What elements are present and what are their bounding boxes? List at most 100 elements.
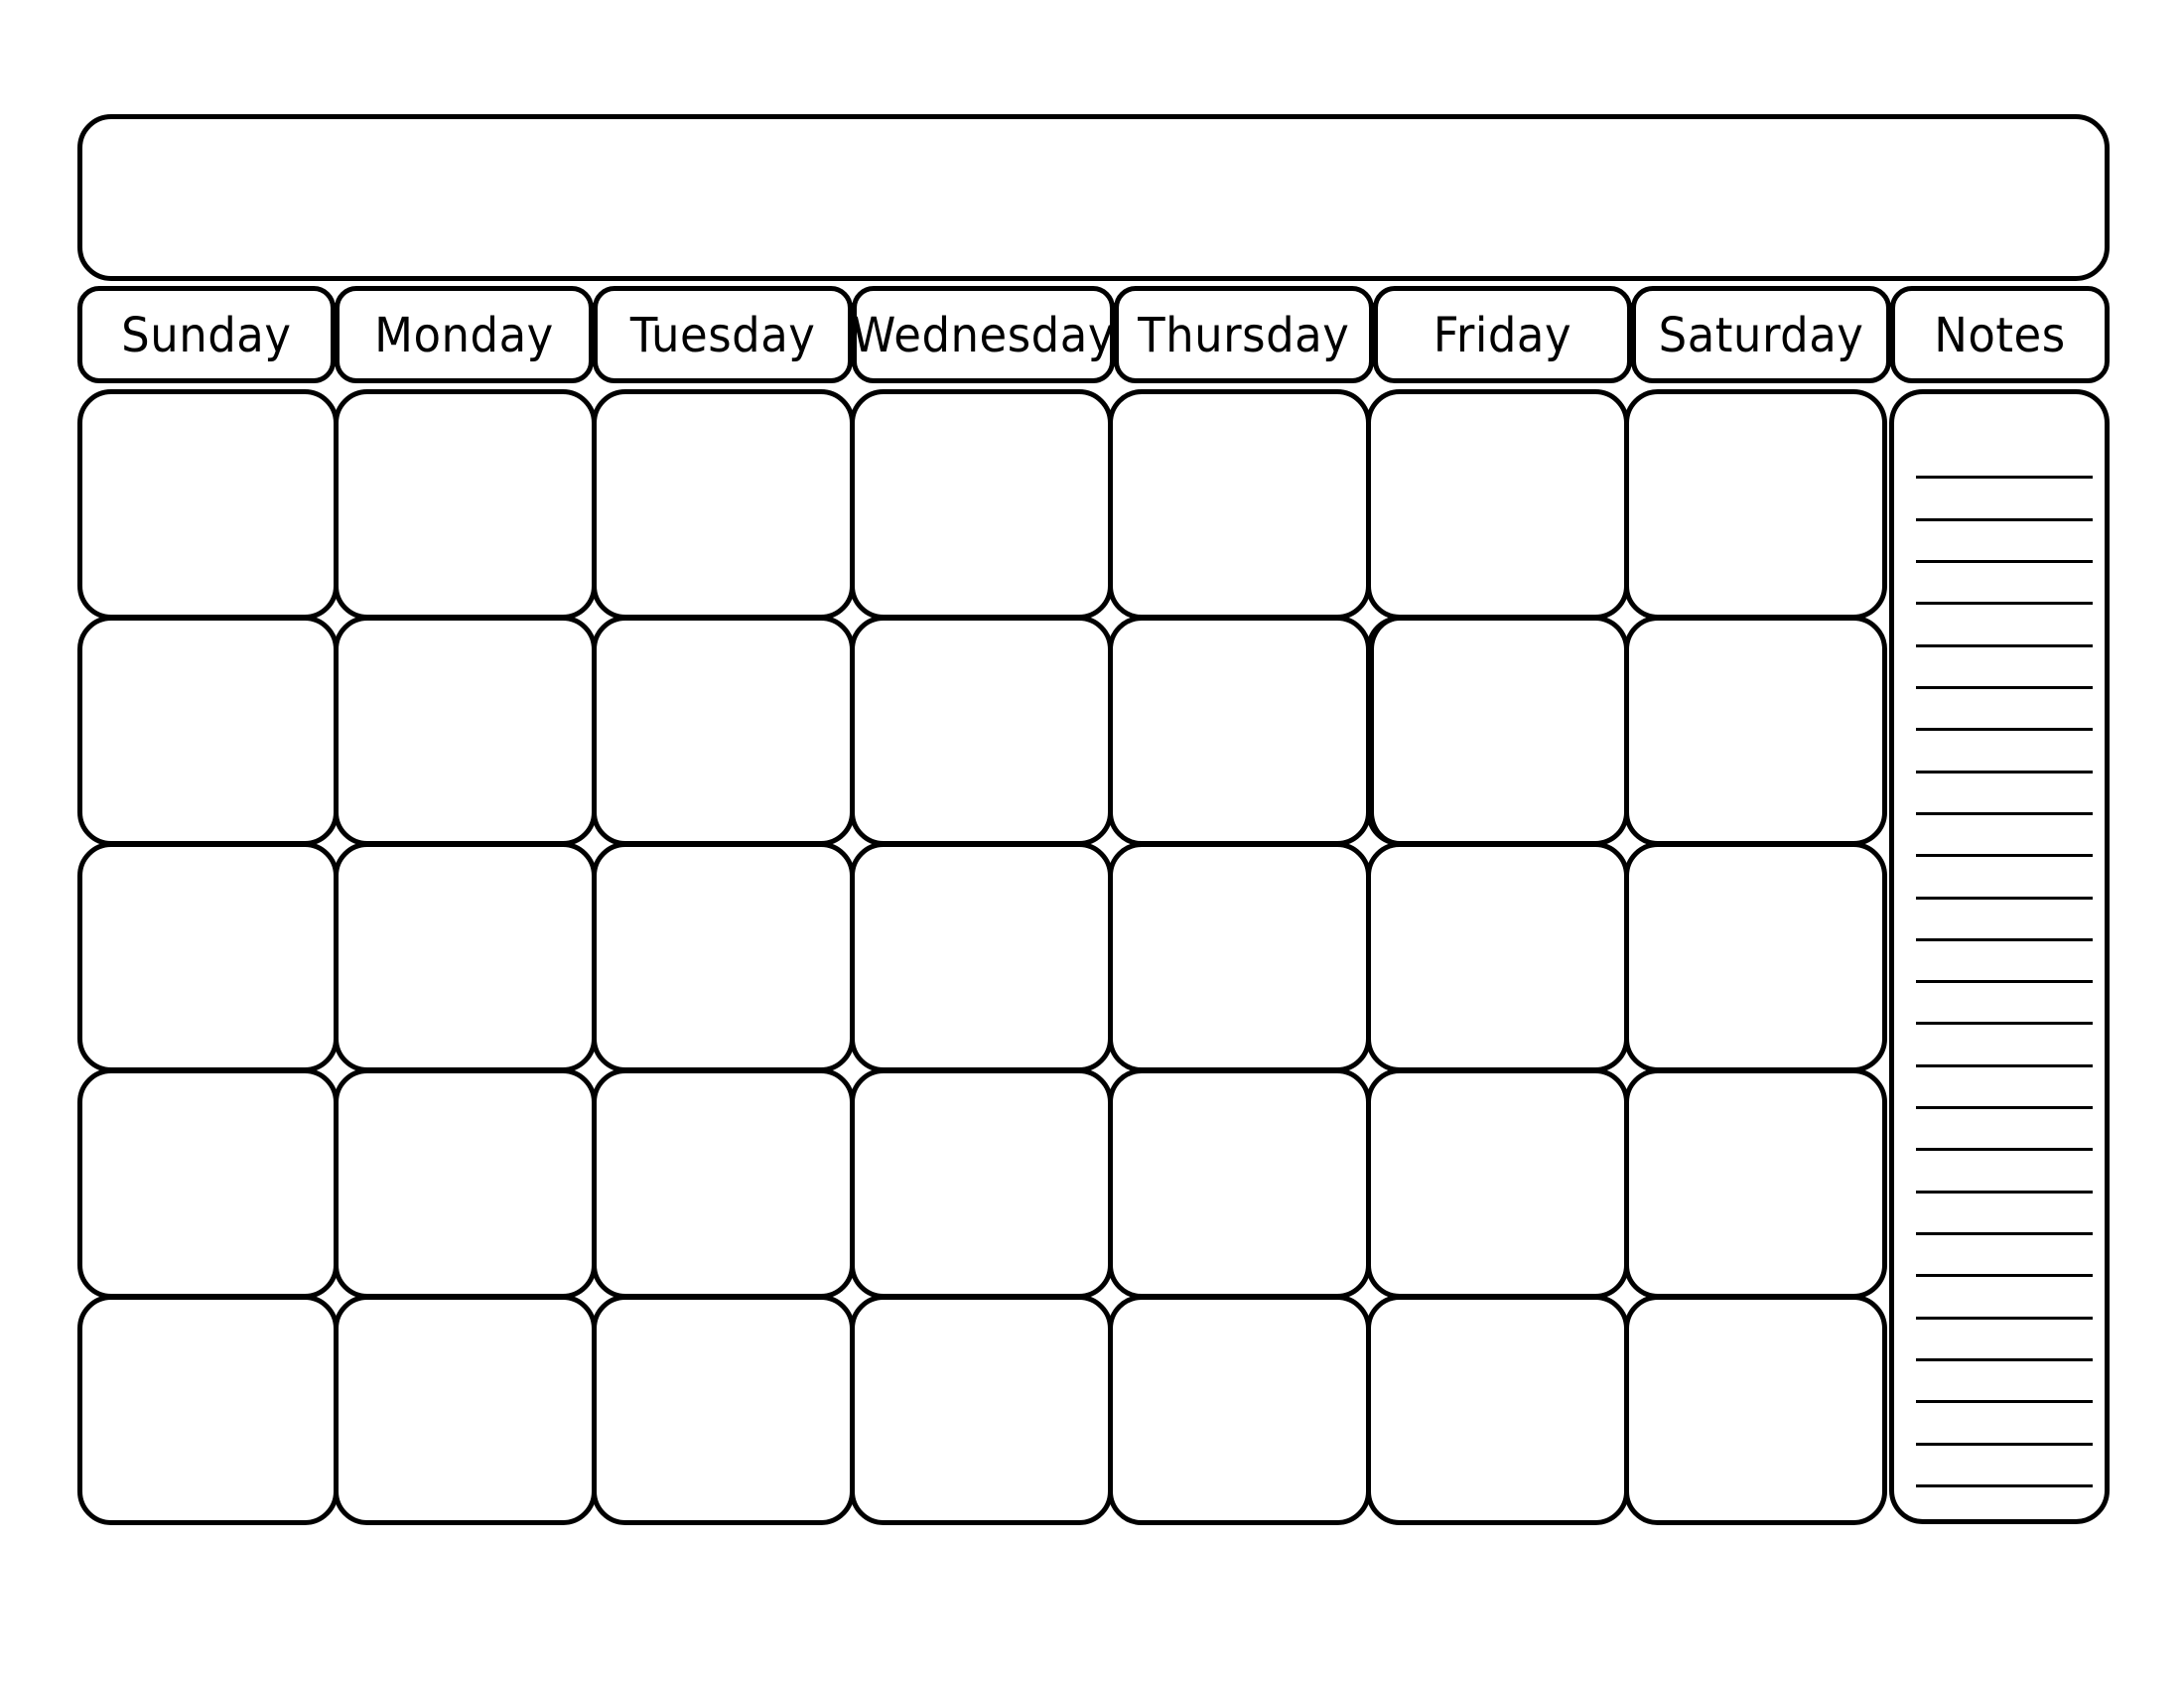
day-number: [855, 394, 1108, 406]
calendar-day-cell[interactable]: [592, 389, 855, 620]
day-number: [339, 1300, 592, 1312]
calendar-day-cell[interactable]: [77, 616, 339, 846]
calendar-day-cell[interactable]: [850, 616, 1113, 846]
header-cell-saturday[interactable]: Saturday: [1631, 286, 1891, 383]
notes-ruled-line[interactable]: [1916, 1022, 2093, 1025]
day-number: [855, 1300, 1108, 1312]
month-title-bar[interactable]: [77, 114, 2110, 281]
day-number: [1371, 1300, 1624, 1312]
notes-ruled-line[interactable]: [1916, 602, 2093, 605]
notes-ruled-line[interactable]: [1916, 1232, 2093, 1235]
header-label-notes: Notes: [1934, 306, 2066, 363]
day-number: [1371, 1073, 1624, 1085]
calendar-day-cell[interactable]: [592, 1068, 855, 1299]
header-label-friday: Friday: [1433, 306, 1572, 363]
calendar-day-cell[interactable]: [850, 389, 1113, 620]
calendar-day-cell[interactable]: [1624, 1068, 1887, 1299]
calendar-day-cell[interactable]: [77, 389, 339, 620]
notes-ruled-line[interactable]: [1916, 1064, 2093, 1067]
day-number: [82, 847, 334, 859]
header-label-monday: Monday: [374, 306, 554, 363]
notes-ruled-line[interactable]: [1916, 644, 2093, 647]
header-label-saturday: Saturday: [1658, 306, 1864, 363]
notes-ruled-line[interactable]: [1916, 897, 2093, 900]
notes-ruled-line[interactable]: [1916, 771, 2093, 774]
day-number: [82, 1073, 334, 1085]
notes-ruled-line[interactable]: [1916, 854, 2093, 857]
notes-ruled-line[interactable]: [1916, 686, 2093, 689]
day-number: [1371, 847, 1624, 859]
header-cell-sunday[interactable]: Sunday: [77, 286, 336, 383]
calendar-day-cell[interactable]: [334, 842, 597, 1072]
calendar-week-row: [77, 1295, 1891, 1525]
calendar-day-cell[interactable]: [1108, 1295, 1371, 1525]
day-number: [597, 1300, 850, 1312]
calendar-day-cell[interactable]: [1624, 389, 1887, 620]
header-cell-friday[interactable]: Friday: [1372, 286, 1633, 383]
notes-ruled-line[interactable]: [1916, 1106, 2093, 1109]
notes-column[interactable]: [1889, 389, 2110, 1524]
header-cell-tuesday[interactable]: Tuesday: [593, 286, 853, 383]
day-number: [597, 1073, 850, 1085]
calendar-week-row: [77, 1068, 1891, 1299]
calendar-day-cell[interactable]: [334, 1068, 597, 1299]
day-number: [1629, 1300, 1882, 1312]
notes-ruled-line[interactable]: [1916, 812, 2093, 815]
calendar-day-cell[interactable]: [334, 616, 597, 846]
notes-ruled-line[interactable]: [1916, 476, 2093, 479]
day-number: [339, 621, 592, 633]
calendar-day-cell[interactable]: [77, 1068, 339, 1299]
calendar-day-cell[interactable]: [334, 1295, 597, 1525]
calendar-day-cell[interactable]: [850, 1295, 1113, 1525]
notes-ruled-line[interactable]: [1916, 1191, 2093, 1194]
day-number: [597, 847, 850, 859]
calendar-week-row: [77, 616, 1891, 846]
calendar-day-cell[interactable]: [592, 1295, 855, 1525]
notes-ruled-line[interactable]: [1916, 1317, 2093, 1320]
calendar-day-cell[interactable]: [334, 389, 597, 620]
calendar-day-cell[interactable]: [1108, 1068, 1371, 1299]
header-cell-monday[interactable]: Monday: [334, 286, 595, 383]
calendar-day-cell[interactable]: [1366, 616, 1629, 846]
day-number: [597, 621, 850, 633]
header-label-sunday: Sunday: [121, 306, 292, 363]
calendar-day-cell[interactable]: [1624, 616, 1887, 846]
notes-ruled-line[interactable]: [1916, 728, 2093, 731]
notes-ruled-line[interactable]: [1916, 938, 2093, 941]
calendar-day-cell[interactable]: [1366, 389, 1629, 620]
notes-ruled-line[interactable]: [1916, 518, 2093, 521]
notes-ruled-line[interactable]: [1916, 1443, 2093, 1446]
calendar-day-cell[interactable]: [1108, 616, 1371, 846]
calendar-week-row: [77, 842, 1891, 1072]
notes-ruled-line[interactable]: [1916, 980, 2093, 983]
calendar-day-cell[interactable]: [850, 1068, 1113, 1299]
calendar-day-cell[interactable]: [77, 842, 339, 1072]
header-cell-thursday[interactable]: Thursday: [1113, 286, 1374, 383]
notes-ruled-line[interactable]: [1916, 1484, 2093, 1487]
day-number: [597, 394, 850, 406]
calendar-day-cell[interactable]: [1108, 389, 1371, 620]
notes-ruled-line[interactable]: [1916, 1400, 2093, 1403]
header-cell-wednesday[interactable]: Wednesday: [852, 286, 1115, 383]
notes-ruled-line[interactable]: [1916, 560, 2093, 563]
notes-ruled-line[interactable]: [1916, 1148, 2093, 1151]
calendar-day-cell[interactable]: [592, 616, 855, 846]
calendar-day-cell[interactable]: [1624, 1295, 1887, 1525]
day-number: [1629, 394, 1882, 406]
calendar-day-cell[interactable]: [592, 842, 855, 1072]
notes-ruled-line[interactable]: [1916, 1358, 2093, 1361]
calendar-day-cell[interactable]: [77, 1295, 339, 1525]
day-number: [1374, 621, 1624, 633]
day-number: [339, 847, 592, 859]
calendar-day-cell[interactable]: [1108, 842, 1371, 1072]
calendar-day-cell[interactable]: [1624, 842, 1887, 1072]
day-number: [1113, 847, 1366, 859]
calendar-day-cell[interactable]: [1366, 1068, 1629, 1299]
calendar-day-cell[interactable]: [1366, 1295, 1629, 1525]
day-number: [1113, 394, 1366, 406]
notes-ruled-line[interactable]: [1916, 1274, 2093, 1277]
day-number: [1629, 621, 1882, 633]
calendar-day-cell[interactable]: [1366, 842, 1629, 1072]
calendar-day-cell[interactable]: [850, 842, 1113, 1072]
header-cell-notes[interactable]: Notes: [1889, 286, 2111, 383]
